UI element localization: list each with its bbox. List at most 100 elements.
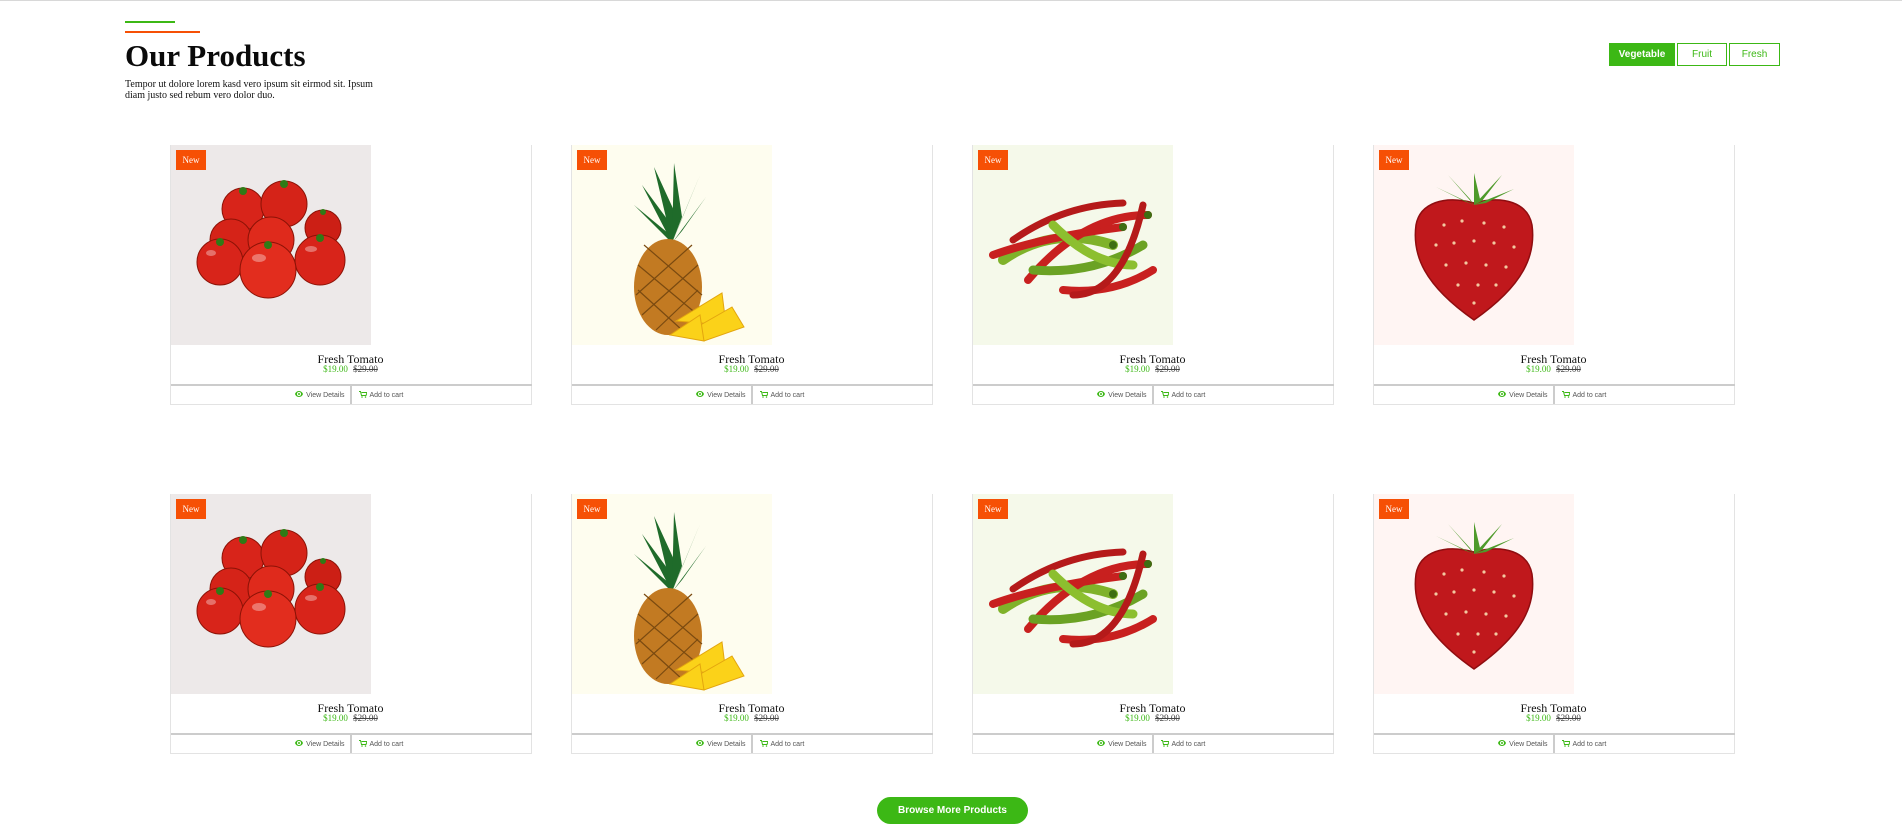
filter-fresh[interactable]: Fresh xyxy=(1729,43,1780,66)
product-price: $19.00 xyxy=(1526,713,1551,723)
add-to-cart-button[interactable]: Add to cart xyxy=(1154,386,1335,404)
view-details-button[interactable]: View Details xyxy=(572,735,753,753)
product-prices: $19.00 $29.00 xyxy=(1374,713,1733,724)
view-details-button[interactable]: View Details xyxy=(171,735,352,753)
eye-icon xyxy=(1097,391,1108,399)
product-card[interactable]: New Fresh Tomato $19.00 $29.00 View Deta… xyxy=(170,145,532,405)
product-image-strawberry[interactable] xyxy=(1374,494,1574,694)
eye-icon xyxy=(1498,740,1509,748)
view-details-button[interactable]: View Details xyxy=(1374,386,1555,404)
product-prices: $19.00 $29.00 xyxy=(973,364,1332,375)
cart-icon xyxy=(1160,739,1172,749)
product-old-price: $29.00 xyxy=(353,713,378,723)
add-to-cart-label: Add to cart xyxy=(770,740,805,748)
product-actions: View Details Add to cart xyxy=(1374,384,1735,404)
product-old-price: $29.00 xyxy=(1556,713,1581,723)
product-prices: $19.00 $29.00 xyxy=(1374,364,1733,375)
view-details-button[interactable]: View Details xyxy=(973,735,1154,753)
cart-icon xyxy=(759,739,771,749)
product-image-pineapple[interactable] xyxy=(572,494,772,694)
view-details-label: View Details xyxy=(707,391,746,399)
add-to-cart-button[interactable]: Add to cart xyxy=(1555,386,1736,404)
product-price: $19.00 xyxy=(1125,364,1150,374)
product-actions: View Details Add to cart xyxy=(973,733,1334,753)
title-accent-orange xyxy=(125,31,200,33)
product-image-tomato[interactable] xyxy=(171,494,371,694)
product-image-chili[interactable] xyxy=(973,494,1173,694)
product-image-pineapple[interactable] xyxy=(572,145,772,345)
browse-more-button[interactable]: Browse More Products xyxy=(877,797,1028,824)
product-actions: View Details Add to cart xyxy=(171,733,532,753)
add-to-cart-button[interactable]: Add to cart xyxy=(753,386,934,404)
product-actions: View Details Add to cart xyxy=(1374,733,1735,753)
view-details-label: View Details xyxy=(1509,391,1548,399)
category-filters: Vegetable Fruit Fresh xyxy=(1609,43,1780,66)
product-actions: View Details Add to cart xyxy=(572,733,933,753)
cart-icon xyxy=(1160,390,1172,400)
product-price: $19.00 xyxy=(1125,713,1150,723)
product-old-price: $29.00 xyxy=(353,364,378,374)
new-badge: New xyxy=(176,499,206,519)
add-to-cart-button[interactable]: Add to cart xyxy=(1555,735,1736,753)
product-old-price: $29.00 xyxy=(754,364,779,374)
view-details-button[interactable]: View Details xyxy=(171,386,352,404)
product-prices: $19.00 $29.00 xyxy=(171,364,530,375)
add-to-cart-button[interactable]: Add to cart xyxy=(753,735,934,753)
top-divider xyxy=(0,0,1902,1)
product-card[interactable]: New Fresh Tomato $19.00 $29.00 View Deta… xyxy=(571,494,933,754)
view-details-label: View Details xyxy=(1108,740,1147,748)
product-card[interactable]: New Fresh Tomato $19.00 $29.00 View Deta… xyxy=(1373,494,1735,754)
product-card[interactable]: New Fresh Tomato $19.00 $29.00 View Deta… xyxy=(972,145,1334,405)
product-prices: $19.00 $29.00 xyxy=(171,713,530,724)
new-badge: New xyxy=(1379,499,1409,519)
product-card[interactable]: New Fresh Tomato $19.00 $29.00 View Deta… xyxy=(170,494,532,754)
add-to-cart-label: Add to cart xyxy=(369,391,404,399)
eye-icon xyxy=(696,391,707,399)
cart-icon xyxy=(1561,390,1573,400)
product-old-price: $29.00 xyxy=(1556,364,1581,374)
product-image-strawberry[interactable] xyxy=(1374,145,1574,345)
filter-fruit[interactable]: Fruit xyxy=(1677,43,1727,66)
add-to-cart-label: Add to cart xyxy=(1572,740,1607,748)
add-to-cart-label: Add to cart xyxy=(1572,391,1607,399)
product-old-price: $29.00 xyxy=(1155,713,1180,723)
product-card[interactable]: New Fresh Tomato $19.00 $29.00 View Deta… xyxy=(972,494,1334,754)
view-details-label: View Details xyxy=(707,740,746,748)
product-old-price: $29.00 xyxy=(754,713,779,723)
product-card[interactable]: New Fresh Tomato $19.00 $29.00 View Deta… xyxy=(1373,145,1735,405)
cart-icon xyxy=(1561,739,1573,749)
product-price: $19.00 xyxy=(323,364,348,374)
product-prices: $19.00 $29.00 xyxy=(973,713,1332,724)
title-accent-green xyxy=(125,21,175,23)
view-details-button[interactable]: View Details xyxy=(973,386,1154,404)
new-badge: New xyxy=(577,150,607,170)
new-badge: New xyxy=(176,150,206,170)
product-actions: View Details Add to cart xyxy=(973,384,1334,404)
product-prices: $19.00 $29.00 xyxy=(572,713,931,724)
product-actions: View Details Add to cart xyxy=(572,384,933,404)
add-to-cart-button[interactable]: Add to cart xyxy=(352,735,533,753)
cart-icon xyxy=(358,739,370,749)
product-price: $19.00 xyxy=(724,713,749,723)
product-card[interactable]: New Fresh Tomato $19.00 $29.00 View Deta… xyxy=(571,145,933,405)
view-details-label: View Details xyxy=(306,391,345,399)
add-to-cart-button[interactable]: Add to cart xyxy=(1154,735,1335,753)
product-price: $19.00 xyxy=(1526,364,1551,374)
new-badge: New xyxy=(577,499,607,519)
cart-icon xyxy=(759,390,771,400)
add-to-cart-button[interactable]: Add to cart xyxy=(352,386,533,404)
eye-icon xyxy=(696,740,707,748)
eye-icon xyxy=(295,391,306,399)
filter-vegetable[interactable]: Vegetable xyxy=(1609,43,1675,66)
new-badge: New xyxy=(978,150,1008,170)
eye-icon xyxy=(295,740,306,748)
product-image-chili[interactable] xyxy=(973,145,1173,345)
view-details-button[interactable]: View Details xyxy=(1374,735,1555,753)
add-to-cart-label: Add to cart xyxy=(1171,391,1206,399)
view-details-button[interactable]: View Details xyxy=(572,386,753,404)
page-title: Our Products xyxy=(125,38,306,73)
new-badge: New xyxy=(978,499,1008,519)
product-image-tomato[interactable] xyxy=(171,145,371,345)
eye-icon xyxy=(1498,391,1509,399)
product-old-price: $29.00 xyxy=(1155,364,1180,374)
